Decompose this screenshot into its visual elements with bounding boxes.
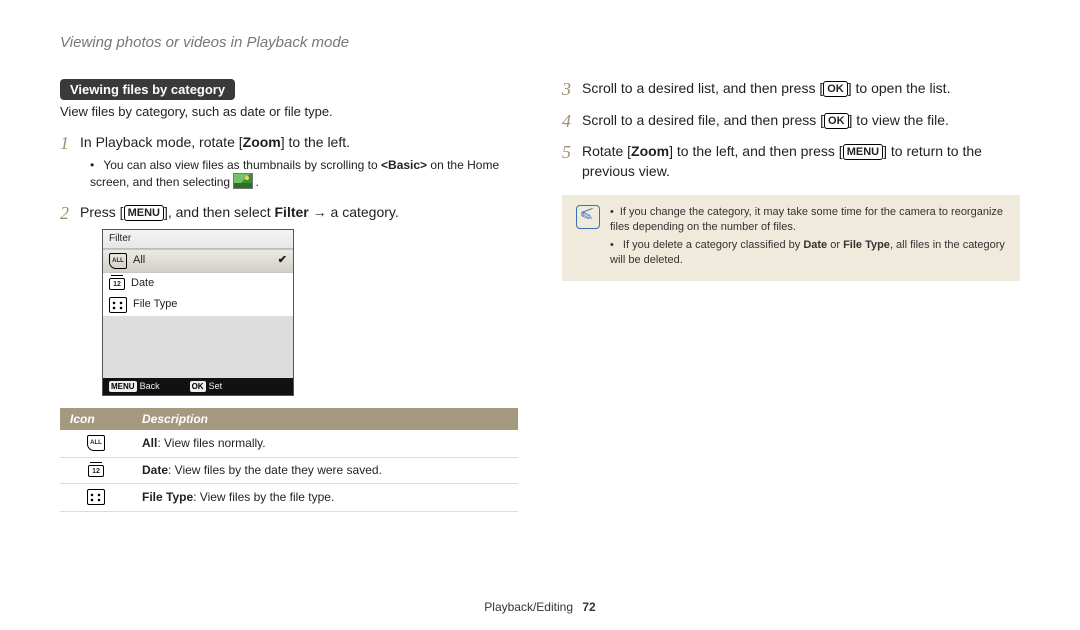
filter-menu-title: Filter: [103, 230, 293, 249]
note-box: If you change the category, it may take …: [562, 195, 1020, 280]
file-type-icon: [109, 297, 127, 313]
step-1: 1 In Playback mode, rotate [Zoom] to the…: [60, 133, 518, 191]
right-column: 3 Scroll to a desired list, and then pre…: [562, 79, 1020, 512]
step-number: 4: [562, 109, 571, 134]
note-line: If you delete a category classified by D…: [610, 238, 1006, 268]
filter-row-filetype: File Type: [103, 294, 293, 316]
table-head-description: Description: [132, 408, 518, 430]
note-icon: [576, 205, 600, 229]
file-type-icon: [87, 489, 105, 505]
table-head-icon: Icon: [60, 408, 132, 430]
table-row: All: View files normally.: [60, 430, 518, 458]
date-icon: [109, 276, 125, 290]
step-number: 1: [60, 131, 69, 156]
ok-key-icon: OK: [824, 113, 849, 129]
all-icon: [87, 435, 105, 451]
section-subdescription: View files by category, such as date or …: [60, 104, 518, 119]
page-footer: Playback/Editing 72: [0, 600, 1080, 614]
step-text: Scroll to a desired list, and then press…: [582, 80, 950, 96]
left-column: Viewing files by category View files by …: [60, 79, 518, 512]
step-3: 3 Scroll to a desired list, and then pre…: [562, 79, 1020, 99]
table-row: File Type: View files by the file type.: [60, 483, 518, 511]
page-title: Viewing photos or videos in Playback mod…: [60, 34, 1020, 51]
step-4: 4 Scroll to a desired file, and then pre…: [562, 111, 1020, 131]
step-text: Scroll to a desired file, and then press…: [582, 112, 949, 128]
all-icon: [109, 253, 127, 269]
menu-key-icon: MENU: [124, 205, 164, 221]
step-text: In Playback mode, rotate [Zoom] to the l…: [80, 134, 350, 150]
step-text: Rotate [Zoom] to the left, and then pres…: [582, 143, 982, 179]
note-line: If you change the category, it may take …: [610, 205, 1006, 235]
footer-page-number: 72: [582, 600, 595, 614]
filter-row-date: Date: [103, 273, 293, 294]
step-2: 2 Press [MENU], and then select Filter →…: [60, 203, 518, 396]
step-5: 5 Rotate [Zoom] to the left, and then pr…: [562, 142, 1020, 181]
icon-description-table: Icon Description All: View files normall…: [60, 408, 518, 512]
step-number: 5: [562, 140, 571, 165]
table-row: Date: View files by the date they were s…: [60, 457, 518, 483]
filter-menu-footer: MENUBack OKSet: [103, 378, 293, 395]
home-photo-icon: [233, 173, 253, 189]
step-1-sub: You can also view files as thumbnails by…: [90, 157, 518, 192]
step-number: 3: [562, 77, 571, 102]
section-heading-pill: Viewing files by category: [60, 79, 235, 100]
step-text: Press [MENU], and then select Filter → a…: [80, 204, 399, 220]
date-icon: [88, 463, 104, 477]
step-number: 2: [60, 201, 69, 226]
ok-key-icon: OK: [823, 81, 848, 97]
filter-row-all: All ✔: [103, 249, 293, 273]
filter-menu-screenshot: Filter All ✔ Date File Type: [102, 229, 294, 396]
footer-section: Playback/Editing: [484, 600, 573, 614]
menu-key-icon: MENU: [843, 144, 883, 160]
check-icon: ✔: [278, 253, 287, 268]
